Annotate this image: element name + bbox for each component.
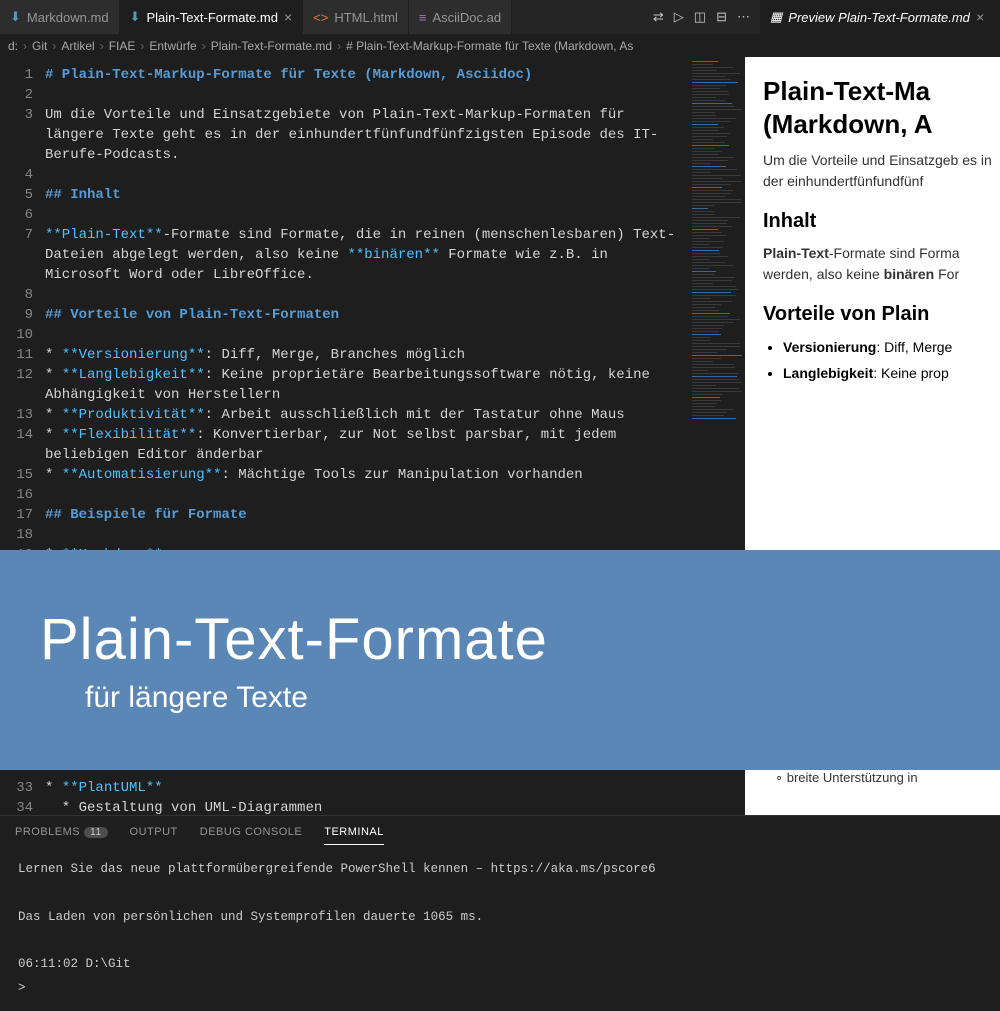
terminal-line	[18, 882, 982, 906]
panel-tab-problems[interactable]: PROBLEMS11	[15, 820, 108, 844]
preview-h2-inhalt: Inhalt	[763, 210, 1000, 233]
preview-icon: ▦	[770, 9, 782, 25]
line-gutter: 3334	[0, 770, 45, 818]
preview-tab[interactable]: ▦ Preview Plain-Text-Formate.md ×	[760, 0, 1000, 34]
code-editor-continued[interactable]: 3334 * **PlantUML** * Gestaltung von UML…	[0, 770, 745, 818]
preview-p1: Um die Vorteile und Einsatzgeb es in der…	[763, 150, 1000, 192]
split-v-icon[interactable]: ⊟	[716, 9, 727, 25]
compare-icon[interactable]: ⇄	[653, 9, 664, 25]
tab-label: AsciiDoc.ad	[432, 10, 501, 25]
editor-tab[interactable]: <> HTML.html	[303, 0, 409, 34]
badge: 11	[84, 827, 107, 838]
panel-tab-debug-console[interactable]: DEBUG CONSOLE	[200, 820, 302, 844]
terminal-line: 06:11:02 D:\Git	[18, 953, 982, 977]
close-icon[interactable]: ×	[976, 9, 984, 25]
close-icon[interactable]: ×	[284, 9, 292, 25]
preview-p2: Plain-Text-Formate sind Forma werden, al…	[763, 243, 1000, 285]
editor-actions: ⇄ ▷ ◫ ⊟ ⋯	[643, 0, 760, 34]
list-item: Versionierung: Diff, Merge	[783, 336, 1000, 358]
tab-label: Markdown.md	[27, 10, 109, 25]
title-overlay: Plain-Text-Formate für längere Texte	[0, 550, 1000, 770]
tab-label: Plain-Text-Formate.md	[146, 10, 277, 25]
tab-label: HTML.html	[334, 10, 398, 25]
editor-tab[interactable]: ≡ AsciiDoc.ad	[409, 0, 512, 34]
terminal-line: Lernen Sie das neue plattformübergreifen…	[18, 858, 982, 882]
preview-tab-label: Preview Plain-Text-Formate.md	[788, 10, 970, 25]
preview-list: Versionierung: Diff, Merge Langlebigkeit…	[763, 336, 1000, 385]
terminal-output[interactable]: Lernen Sie das neue plattformübergreifen…	[0, 848, 1000, 1011]
terminal-line: >	[18, 977, 982, 1001]
breadcrumb-segment[interactable]: d:	[8, 39, 18, 53]
editor-tab[interactable]: ⬇ Markdown.md	[0, 0, 120, 34]
editor-tab[interactable]: ⬇ Plain-Text-Formate.md ×	[120, 0, 304, 34]
code-content[interactable]: * **PlantUML** * Gestaltung von UML-Diag…	[45, 770, 745, 818]
panel-tabs: PROBLEMS11 OUTPUT DEBUG CONSOLE TERMINAL	[0, 816, 1000, 848]
editor-tabbar: ⬇ Markdown.md⬇ Plain-Text-Formate.md ×<>…	[0, 0, 1000, 35]
terminal-line	[18, 929, 982, 953]
breadcrumb-segment[interactable]: FIAE	[109, 39, 136, 53]
breadcrumb-segment[interactable]: Artikel	[61, 39, 94, 53]
run-icon[interactable]: ▷	[674, 9, 684, 25]
split-h-icon[interactable]: ◫	[694, 9, 706, 25]
markdown-preview-continued: ∘ breite Unterstützung in	[745, 770, 1000, 818]
overlay-title: Plain-Text-Formate	[40, 606, 1000, 673]
overlay-subtitle: für längere Texte	[40, 681, 1000, 715]
panel-tab-output[interactable]: OUTPUT	[130, 820, 178, 844]
list-item: Langlebigkeit: Keine prop	[783, 362, 1000, 384]
terminal-line: Das Laden von persönlichen und Systempro…	[18, 906, 982, 930]
preview-h2-vorteile: Vorteile von Plain	[763, 303, 1000, 326]
breadcrumb-segment[interactable]: Plain-Text-Formate.md	[211, 39, 332, 53]
breadcrumb-segment[interactable]: # Plain-Text-Markup-Formate für Texte (M…	[346, 39, 633, 53]
preview-h1: Plain-Text-Ma (Markdown, A	[763, 75, 1000, 140]
more-icon[interactable]: ⋯	[737, 9, 750, 25]
breadcrumb[interactable]: d:›Git›Artikel›FIAE›Entwürfe›Plain-Text-…	[0, 35, 1000, 57]
breadcrumb-segment[interactable]: Entwürfe	[149, 39, 196, 53]
breadcrumb-segment[interactable]: Git	[32, 39, 47, 53]
panel-tab-terminal[interactable]: TERMINAL	[324, 820, 384, 845]
bottom-panel: PROBLEMS11 OUTPUT DEBUG CONSOLE TERMINAL Le…	[0, 815, 1000, 1000]
